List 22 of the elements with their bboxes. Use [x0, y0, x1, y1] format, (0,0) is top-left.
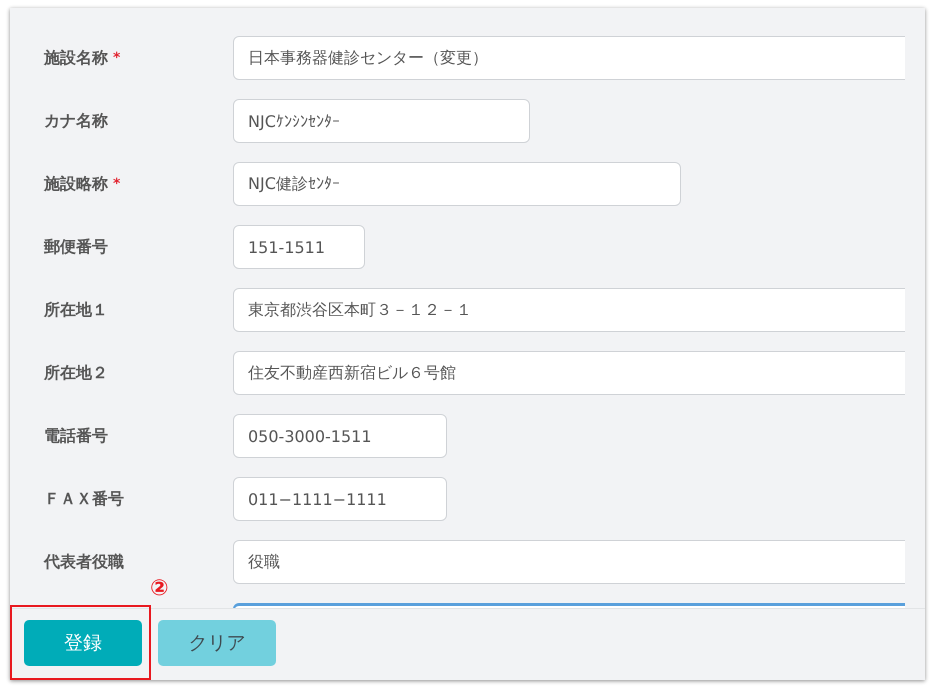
field-label: 所在地２ — [44, 362, 108, 384]
field-label: 施設略称 — [44, 174, 108, 194]
input-field[interactable]: 050-3000-1511 — [233, 414, 447, 458]
input-field[interactable]: 151-1511 — [233, 225, 365, 269]
input-field[interactable]: 住友不動産西新宿ビル６号館 — [233, 351, 905, 395]
field-label: ＦＡＸ番号 — [44, 488, 124, 510]
input-field[interactable]: NJC健診ｾﾝﾀｰ — [233, 162, 681, 206]
required-mark: * — [113, 50, 120, 66]
field-label: 代表者役職 — [44, 552, 124, 572]
input-field[interactable]: 日本事務器健診センター（変更） — [233, 36, 905, 80]
action-button[interactable]: クリア — [158, 620, 276, 666]
field-label: 所在地１ — [44, 300, 108, 320]
input-field[interactable]: 役職 — [233, 540, 905, 584]
field-label: 電話番号 — [44, 426, 108, 446]
annotation-number: ② — [150, 578, 169, 600]
input-field[interactable]: NJCｹﾝｼﾝｾﾝﾀｰ — [233, 99, 530, 143]
field-label: 施設名称 — [44, 48, 108, 68]
field-label: カナ名称 — [44, 110, 108, 132]
input-field[interactable]: 011−1111−1111 — [233, 477, 447, 521]
required-mark: * — [113, 176, 120, 192]
input-field[interactable]: 東京都渋谷区本町３－１２－１ — [233, 288, 905, 332]
field-label: 郵便番号 — [44, 236, 108, 258]
